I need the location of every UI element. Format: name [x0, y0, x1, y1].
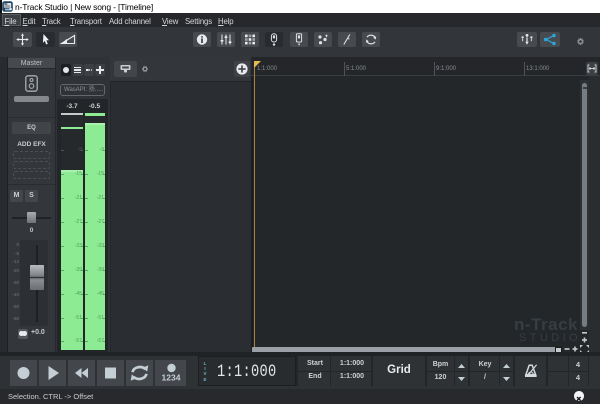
- svg-text:1234: 1234: [162, 373, 181, 383]
